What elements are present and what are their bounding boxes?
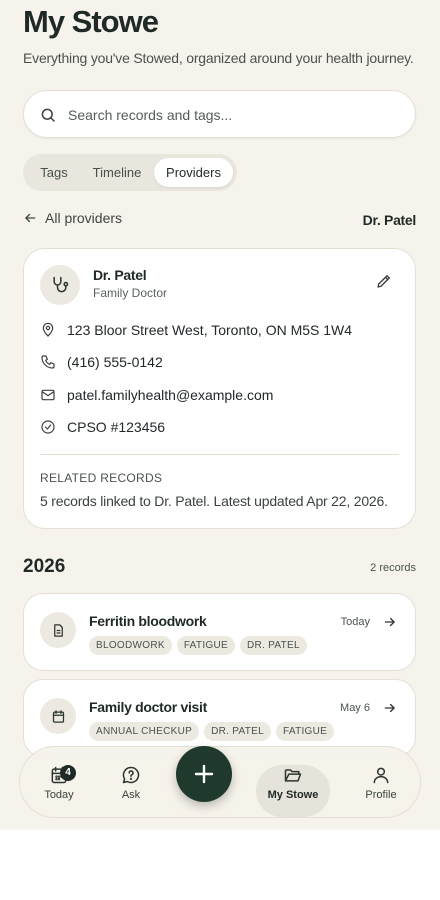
- phone-icon: [41, 355, 55, 369]
- divider: [40, 454, 399, 455]
- record-card[interactable]: Ferritin bloodwork Today BLOODWORK FATIG…: [23, 593, 416, 671]
- year-heading: 2026: [23, 556, 66, 577]
- add-record-button[interactable]: [176, 746, 232, 802]
- back-label: All providers: [45, 210, 123, 226]
- nav-my-stowe-label: My Stowe: [267, 789, 319, 801]
- tab-providers[interactable]: Providers: [154, 158, 233, 187]
- provider-email[interactable]: patel.familyhealth@example.com: [40, 387, 273, 403]
- page-subtitle: Everything you've Stowed, organized arou…: [23, 50, 414, 66]
- related-records-text: 5 records linked to Dr. Patel. Latest up…: [40, 493, 388, 509]
- provider-avatar: [40, 265, 80, 305]
- record-title: Family doctor visit: [89, 699, 207, 715]
- record-count: 2 records: [370, 562, 416, 574]
- calendar-icon: [52, 709, 64, 723]
- nav-today-label: Today: [44, 789, 74, 801]
- search-bar[interactable]: [23, 90, 416, 138]
- provider-registration: CPSO #123456: [40, 419, 165, 435]
- arrow-right-icon: [384, 703, 395, 713]
- folder-open-icon: [284, 769, 302, 782]
- record-title: Ferritin bloodwork: [89, 613, 207, 629]
- nav-profile-label: Profile: [365, 789, 397, 801]
- provider-card: Dr. Patel Family Doctor 123 Bloor Street…: [23, 248, 416, 529]
- plus-icon: [194, 764, 214, 784]
- phone-text: (416) 555-0142: [67, 354, 163, 370]
- provider-specialty: Family Doctor: [93, 286, 168, 300]
- search-input[interactable]: [68, 103, 398, 127]
- map-pin-icon: [42, 322, 54, 337]
- provider-phone[interactable]: (416) 555-0142: [40, 354, 163, 370]
- provider-address: 123 Bloor Street West, Toronto, ON M5S 1…: [40, 322, 352, 338]
- record-icon: [40, 612, 76, 648]
- app-screen: My Stowe Everything you've Stowed, organ…: [0, 0, 440, 830]
- address-text: 123 Bloor Street West, Toronto, ON M5S 1…: [67, 322, 353, 338]
- related-records-title: RELATED RECORDS: [40, 471, 163, 485]
- page-title: My Stowe: [23, 4, 159, 39]
- tag-chip[interactable]: FATIGUE: [176, 636, 235, 655]
- document-icon: [53, 623, 63, 637]
- mail-icon: [41, 389, 55, 401]
- tag-chip[interactable]: ANNUAL CHECKUP: [89, 722, 200, 741]
- notification-badge: 4: [60, 765, 76, 781]
- pencil-icon[interactable]: [375, 272, 393, 290]
- provider-name: Dr. Patel: [93, 267, 147, 283]
- question-bubble-icon: [122, 766, 140, 784]
- search-icon: [41, 108, 55, 122]
- tab-tags[interactable]: Tags: [27, 158, 81, 187]
- tag-chip[interactable]: BLOODWORK: [89, 636, 172, 655]
- nav-today[interactable]: Today: [38, 747, 80, 819]
- record-icon: [40, 698, 76, 734]
- check-circle-icon: [41, 420, 55, 434]
- nav-profile[interactable]: Profile: [360, 747, 402, 819]
- tag-chip[interactable]: FATIGUE: [275, 722, 335, 741]
- record-tags: BLOODWORK FATIGUE DR. PATEL: [89, 636, 307, 655]
- email-text: patel.familyhealth@example.com: [67, 387, 274, 403]
- stethoscope-icon: [53, 276, 69, 293]
- record-tags: ANNUAL CHECKUP DR. PATEL FATIGUE: [89, 722, 335, 741]
- breadcrumb-current: Dr. Patel: [362, 212, 417, 228]
- nav-ask-label: Ask: [121, 789, 141, 801]
- back-to-all-providers-button[interactable]: All providers: [23, 210, 122, 226]
- nav-ask[interactable]: Ask: [113, 747, 149, 819]
- nav-my-stowe[interactable]: My Stowe: [256, 747, 330, 819]
- tab-timeline[interactable]: Timeline: [85, 158, 149, 187]
- registration-text: CPSO #123456: [67, 419, 166, 435]
- arrow-left-icon: [25, 213, 36, 223]
- record-date: May 6: [340, 702, 370, 714]
- breadcrumb: All providers Dr. Patel: [23, 210, 416, 232]
- record-date: Today: [340, 616, 370, 628]
- view-segmented-control: Tags Timeline Providers: [23, 154, 237, 191]
- user-icon: [373, 767, 389, 784]
- arrow-right-icon: [384, 617, 395, 627]
- tag-chip[interactable]: DR. PATEL: [204, 722, 271, 741]
- tag-chip[interactable]: DR. PATEL: [239, 636, 307, 655]
